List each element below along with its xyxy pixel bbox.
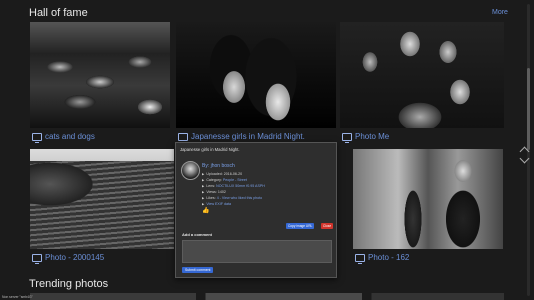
views-value: 1402 [217,190,226,194]
uploaded-value: 2016-06-20 [223,172,243,176]
comment-textarea[interactable] [182,240,332,263]
close-button[interactable]: Close [321,223,334,229]
views-line: ▶ Views: 1402 [202,190,226,194]
exif-line: ▶ View EXIF data [202,202,231,206]
trending-photos-title: Trending photos [29,278,109,290]
photo-tile-photo-162[interactable] [353,149,503,249]
photo-tile-photo-2000145[interactable] [30,149,174,249]
photo-tile-photo-me[interactable] [340,22,504,128]
photo-caption-text: Photo - 162 [368,253,410,262]
photo-caption-text: Japanesse girls in Madrid Night. [191,132,305,141]
copy-image-url-button[interactable]: Copy image URL [286,223,315,229]
photo-icon [355,253,365,264]
author-link[interactable]: jhon bosch [211,163,235,169]
add-comment-label: Add a comment [182,232,213,237]
bullet-triangle-icon: ▶ [202,196,205,200]
more-link[interactable]: More [492,9,508,16]
trending-strip [30,293,504,300]
photo-caption-japanese-girls[interactable]: Japanesse girls in Madrid Night. [178,132,305,143]
category-line: ▶ Category: People - Street [202,178,247,182]
likes-label: Likes: [206,196,216,200]
uploaded-line: ▶ Uploaded: 2016-06-20 [202,172,242,176]
author-avatar[interactable] [181,161,200,180]
page-scrollbar-thumb[interactable] [527,68,530,150]
by-label: By: [202,163,210,169]
photo-tile-japanese-girls[interactable] [176,22,336,128]
photo-icon [178,132,188,143]
lens-link[interactable]: NOCTILUX 50mm f0.95 ASPH [216,184,265,188]
dialog-title: Japanesse girls in Madrid Night. [180,147,240,152]
views-label: Views: [206,190,217,194]
photo-caption-photo-162[interactable]: Photo - 162 [355,253,410,264]
photo-caption-text: Photo Me [355,132,390,141]
photo-tile-cats-and-dogs[interactable] [30,22,170,128]
bullet-triangle-icon: ▶ [202,190,205,194]
lens-label: Lens: [206,184,216,188]
bullet-triangle-icon: ▶ [202,184,205,188]
likes-line: ▶ Likes: 4 - View who liked this photo [202,196,262,200]
hall-of-fame-title: Hall of fame [29,7,88,19]
likes-link[interactable]: 4 - View who liked this photo [217,196,262,200]
bullet-triangle-icon: ▶ [202,202,205,206]
lens-line: ▶ Lens: NOCTILUX 50mm f0.95 ASPH [202,184,265,188]
photo-icon [32,132,42,143]
bullet-triangle-icon: ▶ [202,178,205,182]
submit-comment-button[interactable]: Submit comment [182,267,214,273]
photo-detail-dialog: Japanesse girls in Madrid Night. By: jho… [175,142,337,278]
status-bar-text: Non server "smb4G" [2,295,33,299]
photo-icon [342,132,352,143]
like-thumb-icon[interactable]: 👍 [202,207,209,214]
photo-caption-cats-and-dogs[interactable]: cats and dogs [32,132,95,143]
photo-caption-photo-2000145[interactable]: Photo - 2000145 [32,253,105,264]
photo-caption-text: Photo - 2000145 [45,253,105,262]
author-line: By: jhon bosch [202,163,235,169]
photo-caption-photo-me[interactable]: Photo Me [342,132,390,143]
uploaded-label: Uploaded: [206,172,223,176]
photo-icon [32,253,42,264]
category-link[interactable]: People - Street [223,178,247,182]
bullet-triangle-icon: ▶ [202,172,205,176]
photo-caption-text: cats and dogs [45,132,95,141]
view-exif-link[interactable]: View EXIF data [206,202,231,206]
category-label: Category: [206,178,222,182]
